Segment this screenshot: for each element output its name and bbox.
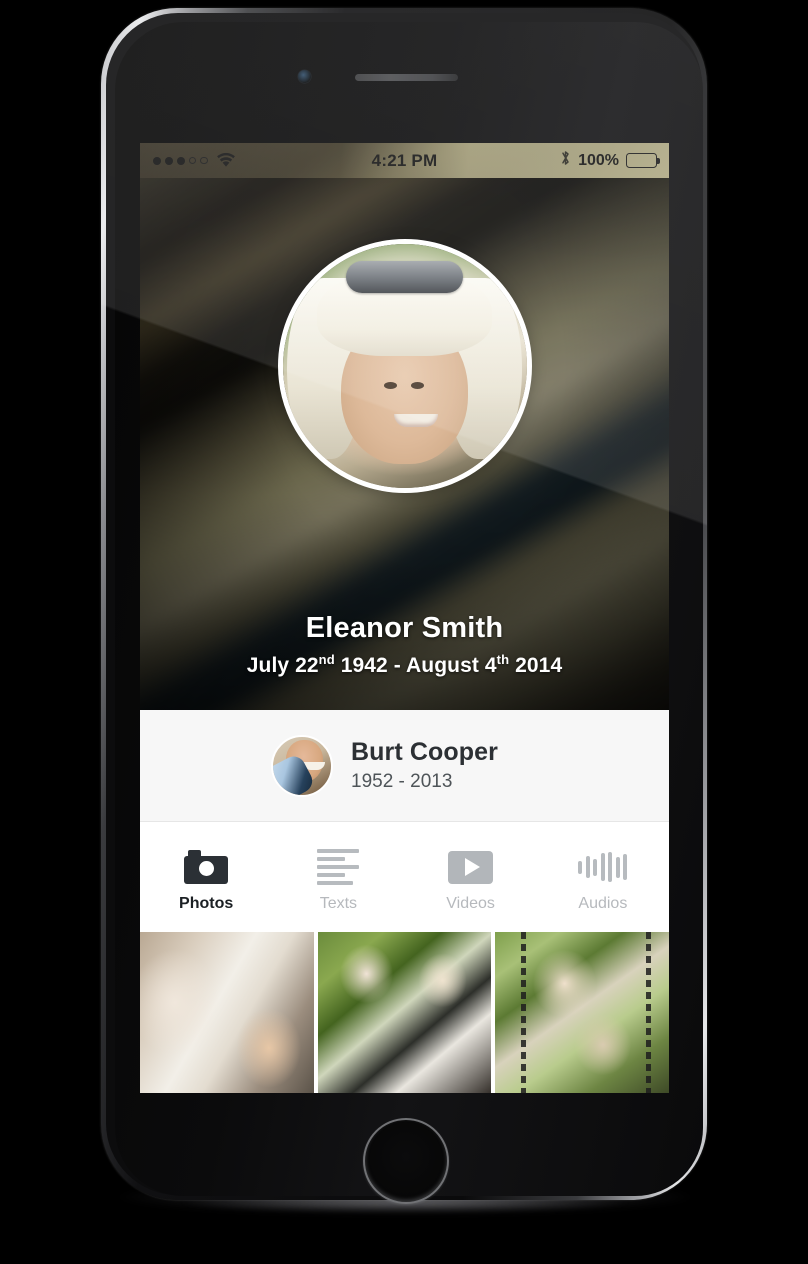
front-camera-icon [298,70,311,83]
bluetooth-icon [560,149,571,172]
tab-bar: Photos Texts Videos Audios [140,822,669,932]
death-ordinal: th [496,652,510,667]
avatar-eye-left [384,381,398,389]
play-video-icon [448,845,494,889]
swing-chain [646,932,652,1093]
birth-date: July 22 [246,654,319,677]
date-separator: - [387,654,407,677]
tab-audios-label: Audios [578,895,628,912]
memorial-hero: Eleanor Smith July 22nd 1942 - August 4t… [140,143,669,710]
avatar [271,734,333,797]
avatar-eye-right [410,381,424,389]
sunglasses-icon [345,261,464,293]
tab-texts[interactable]: Texts [272,822,404,932]
tab-audios[interactable]: Audios [537,822,669,932]
photo-grid [140,932,669,1093]
earpiece-speaker-icon [355,74,458,81]
tab-texts-label: Texts [319,895,358,912]
photo-thumbnail[interactable] [140,932,314,1093]
contact-card[interactable]: Burt Cooper 1952 - 2013 [140,710,669,822]
avatar[interactable] [277,239,532,493]
photo-thumbnail[interactable] [495,932,669,1093]
swing-chain [521,932,527,1093]
tab-videos-label: Videos [446,895,495,912]
contact-name: Burt Cooper [351,738,498,766]
tab-photos[interactable]: Photos [140,822,272,932]
waveform-icon [578,845,628,889]
status-bar: 4:21 PM 100% [140,143,669,178]
tab-photos-label: Photos [179,895,234,912]
battery-percent-label: 100% [578,151,619,169]
birth-year: 1942 [340,654,388,677]
phone-screen: Eleanor Smith July 22nd 1942 - August 4t… [140,143,669,1093]
death-year: 2014 [515,654,563,677]
avatar-mouth [394,413,439,427]
home-button[interactable] [363,1118,449,1204]
death-date: August 4 [406,654,497,677]
photo-thumbnail[interactable] [317,932,492,1093]
status-bar-right: 100% [560,143,660,178]
memorial-text-block: Eleanor Smith July 22nd 1942 - August 4t… [140,612,669,678]
text-lines-icon [317,845,360,889]
avatar-image [282,244,527,488]
battery-nub [657,158,660,164]
birth-ordinal: nd [318,652,335,667]
tab-videos[interactable]: Videos [405,822,537,932]
camera-icon [184,845,229,889]
page-title: Eleanor Smith [305,612,504,644]
contact-years: 1952 - 2013 [351,771,453,792]
contact-text-block: Burt Cooper 1952 - 2013 [351,738,498,793]
battery-icon [626,153,660,168]
person-dates: July 22nd 1942 - August 4th 2014 [140,652,669,678]
